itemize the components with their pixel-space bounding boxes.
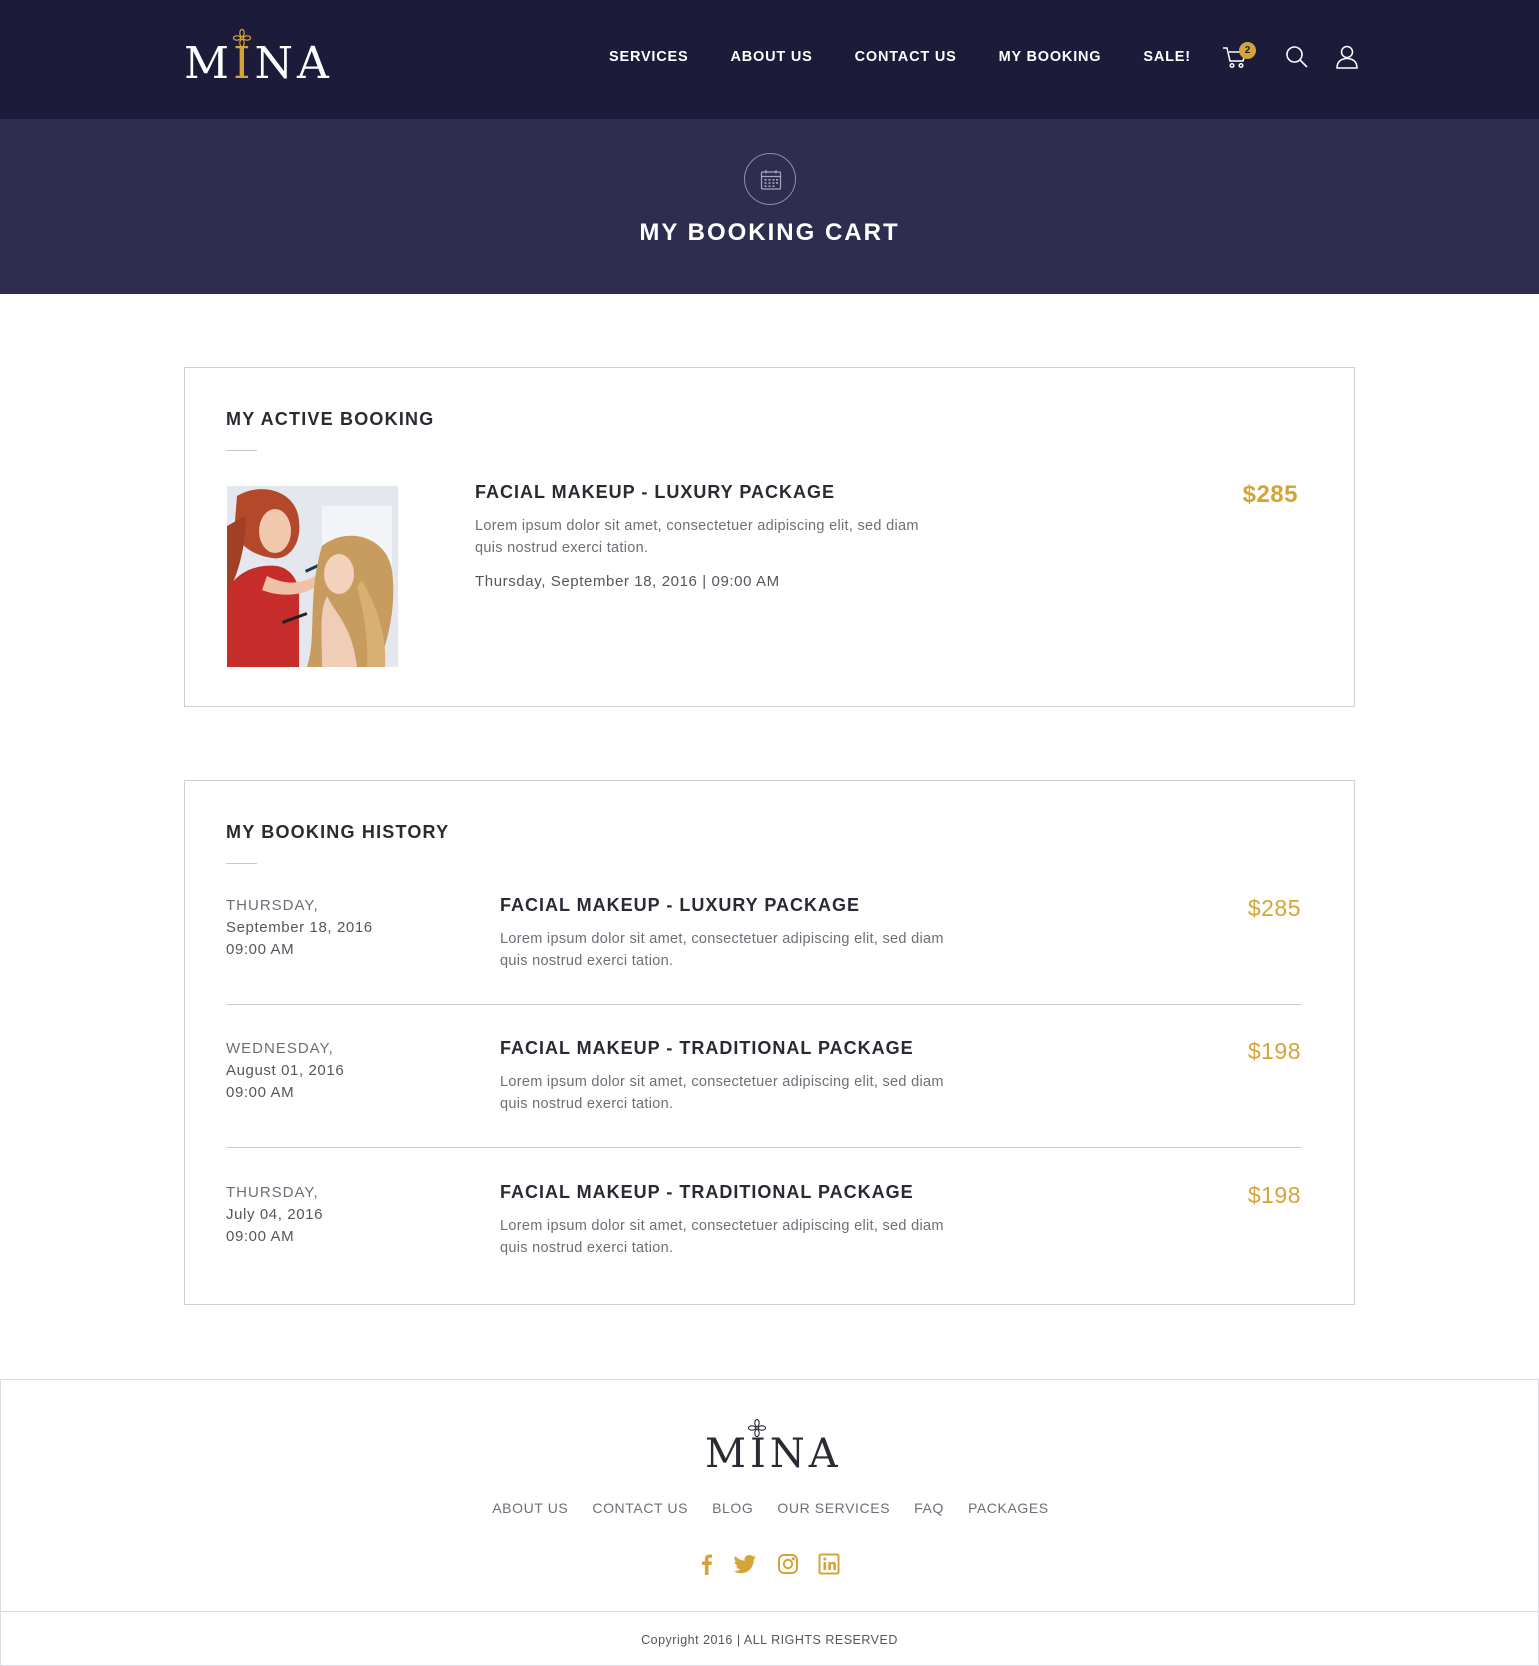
footer-logo[interactable]: MINA — [705, 1416, 838, 1476]
history-service-title: FACIAL MAKEUP - TRADITIONAL PACKAGE — [500, 1038, 914, 1058]
booking-history-card: MY BOOKING HISTORY THURSDAY, September 1… — [184, 780, 1355, 1305]
footer-divider — [1, 1611, 1538, 1612]
facebook-icon — [702, 1554, 713, 1575]
search-icon — [1286, 46, 1308, 68]
account-button[interactable] — [1334, 44, 1360, 70]
history-date-value: July 04, 2016 — [226, 1206, 324, 1223]
copyright-text: Copyright 2016 | ALL RIGHTS RESERVED — [641, 1633, 898, 1647]
twitter-link[interactable] — [732, 1551, 758, 1577]
footer-link-blog[interactable]: BLOG — [712, 1500, 753, 1516]
footer-link-faq[interactable]: FAQ — [914, 1500, 944, 1516]
history-date: THURSDAY, July 04, 2016 09:00 AM — [226, 1182, 323, 1248]
site-header: MINA SERVICES ABOUT US CONTACT US MY BOO… — [0, 0, 1539, 119]
heading-divider — [226, 450, 257, 451]
social-links — [694, 1551, 854, 1579]
brand-logo[interactable]: MINA — [184, 24, 334, 89]
history-date-value: August 01, 2016 — [226, 1062, 345, 1079]
footer-wordmark: MINA — [705, 1431, 842, 1477]
site-footer: MINA ABOUT US CONTACT US BLOG OUR SERVIC… — [0, 1379, 1539, 1666]
history-service-price: $198 — [1247, 1038, 1301, 1064]
history-time: 09:00 AM — [226, 1228, 295, 1245]
history-time: 09:00 AM — [226, 1084, 295, 1101]
row-divider — [226, 1147, 1302, 1148]
history-service-title: FACIAL MAKEUP - TRADITIONAL PACKAGE — [500, 1182, 914, 1202]
history-day: THURSDAY, — [226, 897, 319, 914]
nav-services[interactable]: SERVICES — [609, 49, 688, 65]
booking-history-heading: MY BOOKING HISTORY — [226, 822, 450, 842]
active-service-datetime: Thursday, September 18, 2016 | 09:00 AM — [475, 573, 780, 590]
history-service-price: $198 — [1247, 1182, 1301, 1208]
nav-my-booking[interactable]: MY BOOKING — [999, 49, 1102, 65]
cart-count-badge: 2 — [1239, 42, 1256, 59]
footer-nav: ABOUT US CONTACT US BLOG OUR SERVICES FA… — [1, 1500, 1539, 1516]
makeup-artist-image — [227, 486, 398, 667]
facebook-link[interactable] — [694, 1551, 720, 1577]
history-day: THURSDAY, — [226, 1184, 319, 1201]
history-date: WEDNESDAY, August 01, 2016 09:00 AM — [226, 1038, 344, 1104]
history-row: THURSDAY, July 04, 2016 09:00 AM FACIAL … — [226, 1182, 1302, 1326]
history-service-price: $285 — [1247, 895, 1301, 921]
instagram-link[interactable] — [775, 1551, 801, 1577]
nav-sale[interactable]: SALE! — [1143, 49, 1191, 65]
history-service-description: Lorem ipsum dolor sit amet, consectetuer… — [500, 931, 944, 969]
history-service-title: FACIAL MAKEUP - LUXURY PACKAGE — [500, 895, 861, 915]
calendar-icon — [760, 170, 782, 190]
history-time: 09:00 AM — [226, 941, 295, 958]
page-title: MY BOOKING CART — [639, 219, 900, 246]
footer-link-about-us[interactable]: ABOUT US — [492, 1500, 568, 1516]
search-button[interactable] — [1284, 44, 1310, 70]
history-row: THURSDAY, September 18, 2016 09:00 AM FA… — [226, 895, 1302, 1039]
header-actions: 2 — [1222, 42, 1360, 74]
instagram-icon — [778, 1554, 798, 1574]
hero-icon-circle — [744, 153, 796, 205]
twitter-icon — [733, 1555, 756, 1574]
service-photo — [227, 486, 398, 667]
footer-link-contact-us[interactable]: CONTACT US — [592, 1500, 688, 1516]
brand-wordmark: MINA — [184, 38, 333, 89]
history-day: WEDNESDAY, — [226, 1040, 334, 1057]
history-row: WEDNESDAY, August 01, 2016 09:00 AM FACI… — [226, 1038, 1302, 1182]
active-booking-card: MY ACTIVE BOOKING FACIAL MAKEUP - LUXURY… — [184, 367, 1355, 707]
row-divider — [226, 1004, 1302, 1005]
nav-contact-us[interactable]: CONTACT US — [855, 49, 957, 65]
page-hero: MY BOOKING CART — [0, 119, 1539, 294]
active-service-description: Lorem ipsum dolor sit amet, consectetuer… — [475, 518, 919, 556]
footer-link-our-services[interactable]: OUR SERVICES — [777, 1500, 890, 1516]
active-booking-heading: MY ACTIVE BOOKING — [226, 409, 435, 429]
active-service-price: $285 — [1242, 481, 1298, 508]
user-icon — [1336, 45, 1358, 69]
linkedin-link[interactable] — [816, 1551, 842, 1577]
active-service-title: FACIAL MAKEUP - LUXURY PACKAGE — [475, 482, 836, 502]
footer-link-packages[interactable]: PACKAGES — [968, 1500, 1049, 1516]
history-date-value: September 18, 2016 — [226, 919, 373, 936]
history-service-description: Lorem ipsum dolor sit amet, consectetuer… — [500, 1218, 944, 1256]
main-nav: SERVICES ABOUT US CONTACT US MY BOOKING … — [609, 49, 1233, 65]
history-service-description: Lorem ipsum dolor sit amet, consectetuer… — [500, 1074, 944, 1112]
nav-about-us[interactable]: ABOUT US — [730, 49, 812, 65]
heading-divider — [226, 863, 257, 864]
cart-button[interactable]: 2 — [1222, 42, 1256, 70]
linkedin-icon — [818, 1553, 840, 1575]
history-date: THURSDAY, September 18, 2016 09:00 AM — [226, 895, 373, 961]
